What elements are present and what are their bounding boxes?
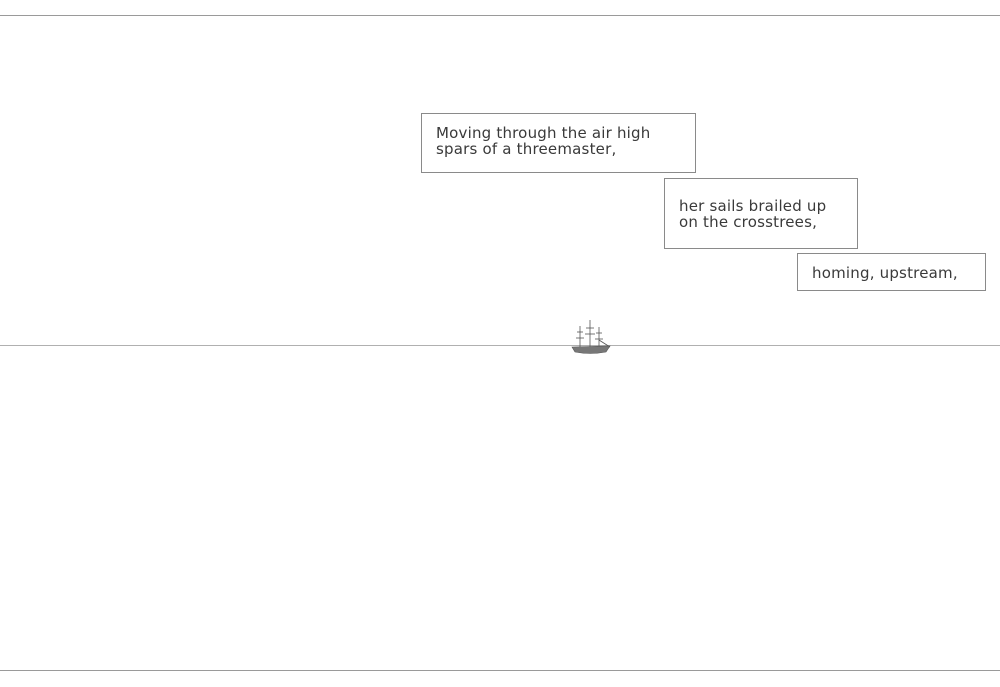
caption-line: her sails brailed up (679, 197, 827, 215)
panel-top-border (0, 15, 1000, 16)
caption-box-2: her sails brailed up on the crosstrees, (664, 178, 858, 249)
caption-line: on the crosstrees, (679, 213, 818, 231)
three-masted-ship-icon (571, 320, 611, 354)
caption-line: spars of a threemaster, (436, 140, 617, 158)
caption-box-3: homing, upstream, (797, 253, 986, 291)
panel-bottom-border (0, 670, 1000, 671)
caption-box-1: Moving through the air high spars of a t… (421, 113, 696, 173)
horizon-line (0, 345, 1000, 346)
caption-line: Moving through the air high (436, 124, 651, 142)
caption-line: homing, upstream, (812, 264, 958, 282)
